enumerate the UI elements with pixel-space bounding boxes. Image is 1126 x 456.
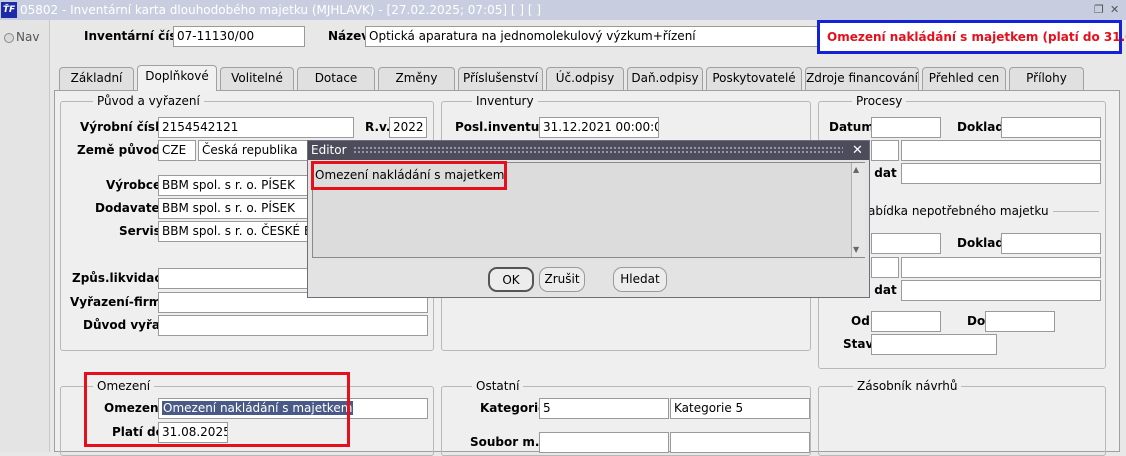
offer-doc-field[interactable]	[1001, 233, 1101, 254]
country-label: Země původu	[77, 143, 169, 157]
serial-label: Výrobní číslo	[80, 120, 168, 134]
category-name-field[interactable]: Kategorie 5	[670, 398, 810, 419]
tab-zakladni[interactable]: Základní	[59, 67, 134, 90]
supplier-label: Dodavatel	[95, 201, 164, 215]
offer-field-a[interactable]	[871, 257, 899, 278]
editor-titlebar[interactable]: Editor ✕	[308, 141, 869, 160]
tab-zdroje-financovani[interactable]: Zdroje financování	[805, 67, 919, 90]
country-code-field[interactable]: CZE	[158, 140, 196, 161]
ok-button[interactable]: OK	[488, 267, 534, 292]
supplier-field[interactable]: BBM spol. s r. o. PÍSEK	[158, 198, 310, 219]
origin-group-title: Původ a vyřazení	[93, 94, 204, 108]
offer-doc-label: Doklad	[957, 236, 1004, 250]
tab-doplnkove[interactable]: Doplňkové	[137, 65, 217, 91]
maker-field[interactable]: BBM spol. s r. o. PÍSEK	[158, 175, 310, 196]
country-name-field[interactable]: Česká republika	[198, 140, 312, 161]
file-field-a[interactable]	[539, 432, 669, 453]
restriction-warning-box: Omezení nakládání s majetkem (platí do 3…	[817, 20, 1126, 54]
liquidation-label: Způs.likvidace	[72, 271, 170, 285]
process-date-field[interactable]	[871, 117, 941, 138]
name-label: Název	[328, 29, 370, 43]
tab-uc-odpisy[interactable]: Úč.odpisy	[546, 67, 624, 90]
process-field-a[interactable]	[871, 140, 899, 161]
processes-group-title: Procesy	[852, 94, 907, 108]
tab-volitelne[interactable]: Volitelné	[220, 67, 294, 90]
name-field[interactable]: Optická aparatura na jednomolekulový výz…	[365, 26, 818, 47]
year-label: R.v.	[365, 120, 391, 134]
process-doc-field[interactable]	[1001, 117, 1101, 138]
service-label: Servis	[119, 224, 161, 238]
offer-field-b[interactable]	[901, 257, 1101, 278]
to-field[interactable]	[985, 311, 1055, 332]
to-label: Do	[967, 314, 986, 328]
other-group-title: Ostatní	[472, 379, 524, 393]
process-doc-label: Doklad	[957, 120, 1004, 134]
offer-date-field[interactable]	[871, 233, 941, 254]
offer-dat-label: j dat	[866, 283, 897, 297]
editor-titlebar-pattern	[353, 146, 843, 155]
nav-radio[interactable]	[4, 33, 14, 43]
editor-text-highlight-box	[311, 161, 507, 190]
last-inventory-field[interactable]: 31.12.2021 00:00:00	[539, 117, 659, 138]
restriction-highlight-box	[84, 372, 350, 447]
window-titlebar: ŤF 05802 - Inventární karta dlouhodobého…	[0, 0, 1126, 20]
tab-prehled-cen[interactable]: Přehled cen	[922, 67, 1006, 90]
app-icon: ŤF	[1, 2, 17, 18]
inventory-group-title: Inventury	[472, 94, 538, 108]
tab-prislusenstvi[interactable]: Příslušenství	[458, 67, 543, 90]
tab-prilohy[interactable]: Přílohy	[1009, 67, 1084, 90]
process-field-b[interactable]	[901, 140, 1101, 161]
process-dat-field[interactable]	[901, 163, 1101, 184]
discard-firm-label: Vyřazení-firma	[70, 295, 170, 309]
offer-divider	[1053, 211, 1099, 212]
restore-icon[interactable]: ❐	[1094, 2, 1104, 18]
offer-dat-field[interactable]	[901, 280, 1101, 301]
offer-subgroup-title: abídka nepotřebného majetku	[868, 204, 1049, 218]
restriction-warning-text: Omezení nakládání s majetkem (platí do 3…	[827, 30, 1126, 44]
tab-zmeny[interactable]: Změny	[378, 67, 455, 90]
stack-group	[818, 386, 1106, 456]
stack-group-title: Zásobník návrhů	[853, 379, 962, 393]
editor-close-icon[interactable]: ✕	[852, 141, 863, 160]
tab-dotace[interactable]: Dotace	[297, 67, 375, 90]
left-pane: Nav	[0, 20, 50, 452]
serial-field[interactable]: 2154542121	[158, 117, 354, 138]
process-dat-label: j dat	[866, 166, 897, 180]
file-field-b[interactable]	[670, 432, 810, 453]
close-window-icon[interactable]: ✕	[1110, 2, 1119, 18]
maker-label: Výrobce	[106, 178, 162, 192]
year-field[interactable]: 2022	[389, 117, 427, 138]
search-button[interactable]: Hledat	[613, 267, 667, 292]
discard-reason-field[interactable]	[158, 315, 428, 336]
window-title: 05802 - Inventární karta dlouhodobého ma…	[20, 3, 542, 17]
tab-dan-odpisy[interactable]: Daň.odpisy	[627, 67, 703, 90]
nav-label: Nav	[16, 30, 40, 44]
from-label: Od	[851, 314, 870, 328]
editor-scrollbar[interactable]: ▲ ▼	[851, 163, 865, 257]
editor-title: Editor	[311, 143, 347, 157]
cancel-button[interactable]: Zrušit	[539, 267, 585, 292]
state-field[interactable]	[871, 334, 997, 355]
scroll-up-icon[interactable]: ▲	[853, 165, 859, 174]
scroll-down-icon[interactable]: ▼	[853, 245, 859, 254]
process-date-label: Datum	[829, 120, 874, 134]
editor-dialog: Editor ✕ Omezení nakládání s majetkem ▲ …	[307, 140, 870, 298]
tab-poskytovatele[interactable]: Poskytovatelé	[706, 67, 802, 90]
category-label: Kategorie	[480, 401, 547, 415]
state-label: Stav	[843, 337, 874, 351]
inventory-number-field[interactable]: 07-11130/00	[173, 26, 305, 47]
service-field[interactable]: BBM spol. s r. o. ČESKÉ B	[158, 221, 310, 242]
from-field[interactable]	[871, 311, 941, 332]
category-code-field[interactable]: 5	[539, 398, 669, 419]
